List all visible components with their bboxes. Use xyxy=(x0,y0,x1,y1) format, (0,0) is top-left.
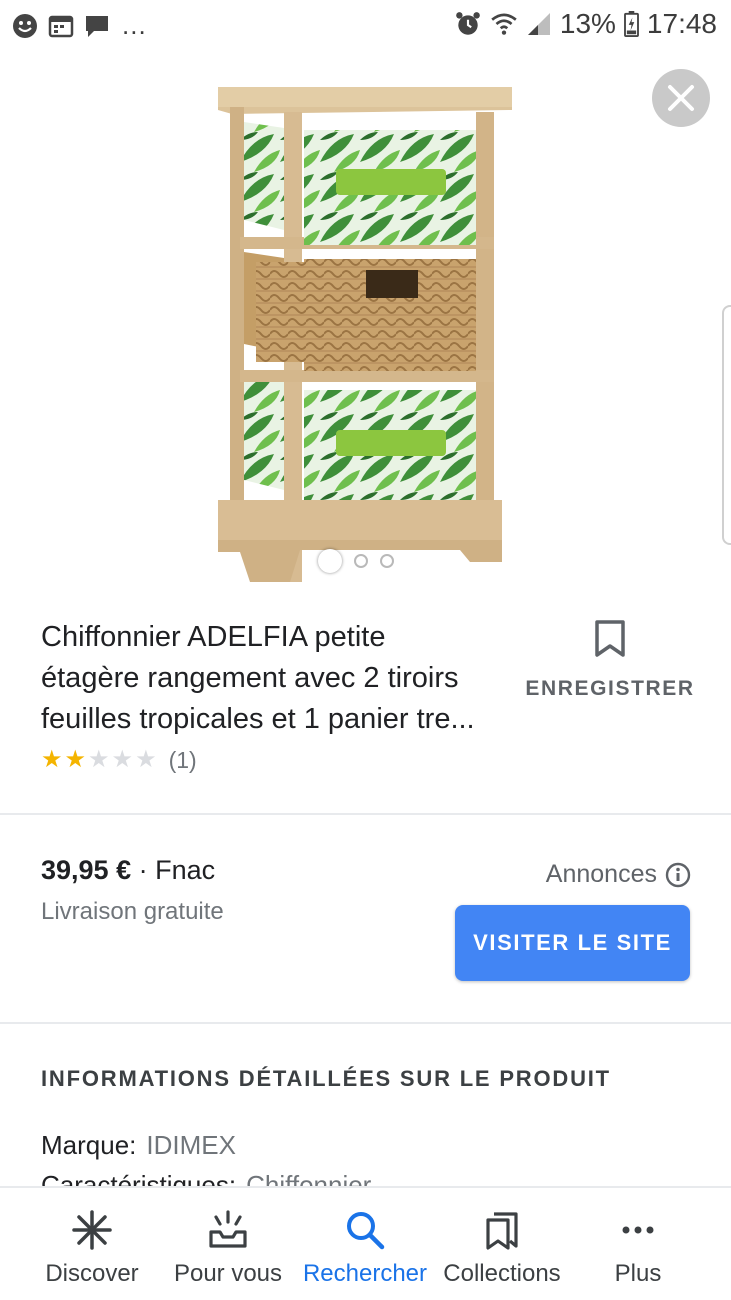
price: 39,95 € xyxy=(41,855,132,885)
divider xyxy=(0,813,731,815)
product-image xyxy=(218,87,512,582)
nav-more[interactable]: Plus xyxy=(563,1188,713,1300)
search-icon xyxy=(347,1212,385,1250)
more-horizontal-icon xyxy=(622,1226,654,1234)
star-empty-icon: ★ xyxy=(111,746,134,773)
rating[interactable]: ★ ★ ★ ★ ★ (1) xyxy=(41,746,197,774)
more-notifications-text: ... xyxy=(122,10,147,40)
star-filled-icon: ★ xyxy=(64,746,87,773)
info-icon xyxy=(665,862,691,887)
detail-value: Chiffonnier xyxy=(246,1170,372,1186)
product-title-line: étagère rangement avec 2 tiroirs xyxy=(41,662,459,694)
carousel-indicator xyxy=(318,549,394,573)
ads-label-text: Annonces xyxy=(545,860,657,888)
calendar-notification-icon xyxy=(48,15,74,37)
star-empty-icon: ★ xyxy=(88,746,110,773)
nav-label: Collections xyxy=(443,1260,561,1287)
details-overflow-clip: Caractéristiques: Chiffonnier xyxy=(0,1162,731,1186)
smiley-notification-icon xyxy=(13,13,37,38)
carousel-dot-3[interactable] xyxy=(380,554,394,568)
wifi-icon xyxy=(491,13,517,35)
signal-icon xyxy=(527,13,550,35)
divider xyxy=(0,1022,731,1024)
inbox-icon xyxy=(209,1210,247,1248)
carousel-dot-2[interactable] xyxy=(354,554,368,568)
battery-percent: 13% xyxy=(559,8,616,39)
nav-search[interactable]: Rechercher xyxy=(290,1188,440,1300)
alarm-icon xyxy=(456,12,480,35)
star-empty-icon: ★ xyxy=(135,746,157,773)
price-separator: · xyxy=(131,855,156,885)
details-heading: INFORMATIONS DÉTAILLÉES SUR LE PRODUIT xyxy=(41,1066,611,1091)
detail-row-features: Caractéristiques: Chiffonnier xyxy=(41,1170,371,1186)
clock: 17:48 xyxy=(646,8,717,39)
save-button[interactable]: ENREGISTRER xyxy=(520,620,700,701)
bookmarks-icon xyxy=(486,1212,518,1250)
side-panel-handle[interactable] xyxy=(722,305,731,545)
detail-key: Marque: xyxy=(41,1130,137,1160)
message-notification-icon xyxy=(86,15,108,37)
nav-label: Rechercher xyxy=(302,1260,428,1287)
nav-label: Discover xyxy=(45,1260,139,1287)
detail-value: IDIMEX xyxy=(146,1130,236,1160)
product-image-carousel[interactable] xyxy=(0,52,731,592)
product-title-line: Chiffonnier ADELFIA petite xyxy=(41,621,386,653)
nav-label: Plus xyxy=(614,1260,662,1287)
offer-price-line: 39,95 € · Fnac xyxy=(41,855,215,886)
visit-site-button[interactable]: VISITER LE SITE xyxy=(455,905,690,981)
bottom-navigation: Discover Pour vous Rechercher Collection… xyxy=(0,1186,731,1300)
seller-name: Fnac xyxy=(155,855,216,885)
close-icon xyxy=(668,85,694,111)
nav-collections[interactable]: Collections xyxy=(427,1188,577,1300)
product-title-line: feuilles tropicales et 1 panier tre... xyxy=(41,703,475,735)
detail-row-brand: Marque: IDIMEX xyxy=(41,1130,236,1161)
star-filled-icon: ★ xyxy=(41,746,63,773)
save-label: ENREGISTRER xyxy=(525,677,695,700)
detail-key: Caractéristiques: xyxy=(41,1170,237,1186)
rating-count: (1) xyxy=(168,746,197,773)
status-bar: ... 13% 17:48 xyxy=(0,0,731,52)
asterisk-icon xyxy=(72,1210,112,1250)
ads-label[interactable]: Annonces xyxy=(546,860,691,889)
nav-label: Pour vous xyxy=(173,1260,283,1287)
shipping-info: Livraison gratuite xyxy=(41,898,224,925)
close-button[interactable] xyxy=(652,69,710,127)
bookmark-icon xyxy=(595,620,625,657)
battery-icon xyxy=(623,11,639,37)
nav-discover[interactable]: Discover xyxy=(17,1188,167,1300)
carousel-dot-1[interactable] xyxy=(318,549,342,573)
product-title: Chiffonnier ADELFIA petite étagère range… xyxy=(41,617,531,740)
nav-for-you[interactable]: Pour vous xyxy=(153,1188,303,1300)
